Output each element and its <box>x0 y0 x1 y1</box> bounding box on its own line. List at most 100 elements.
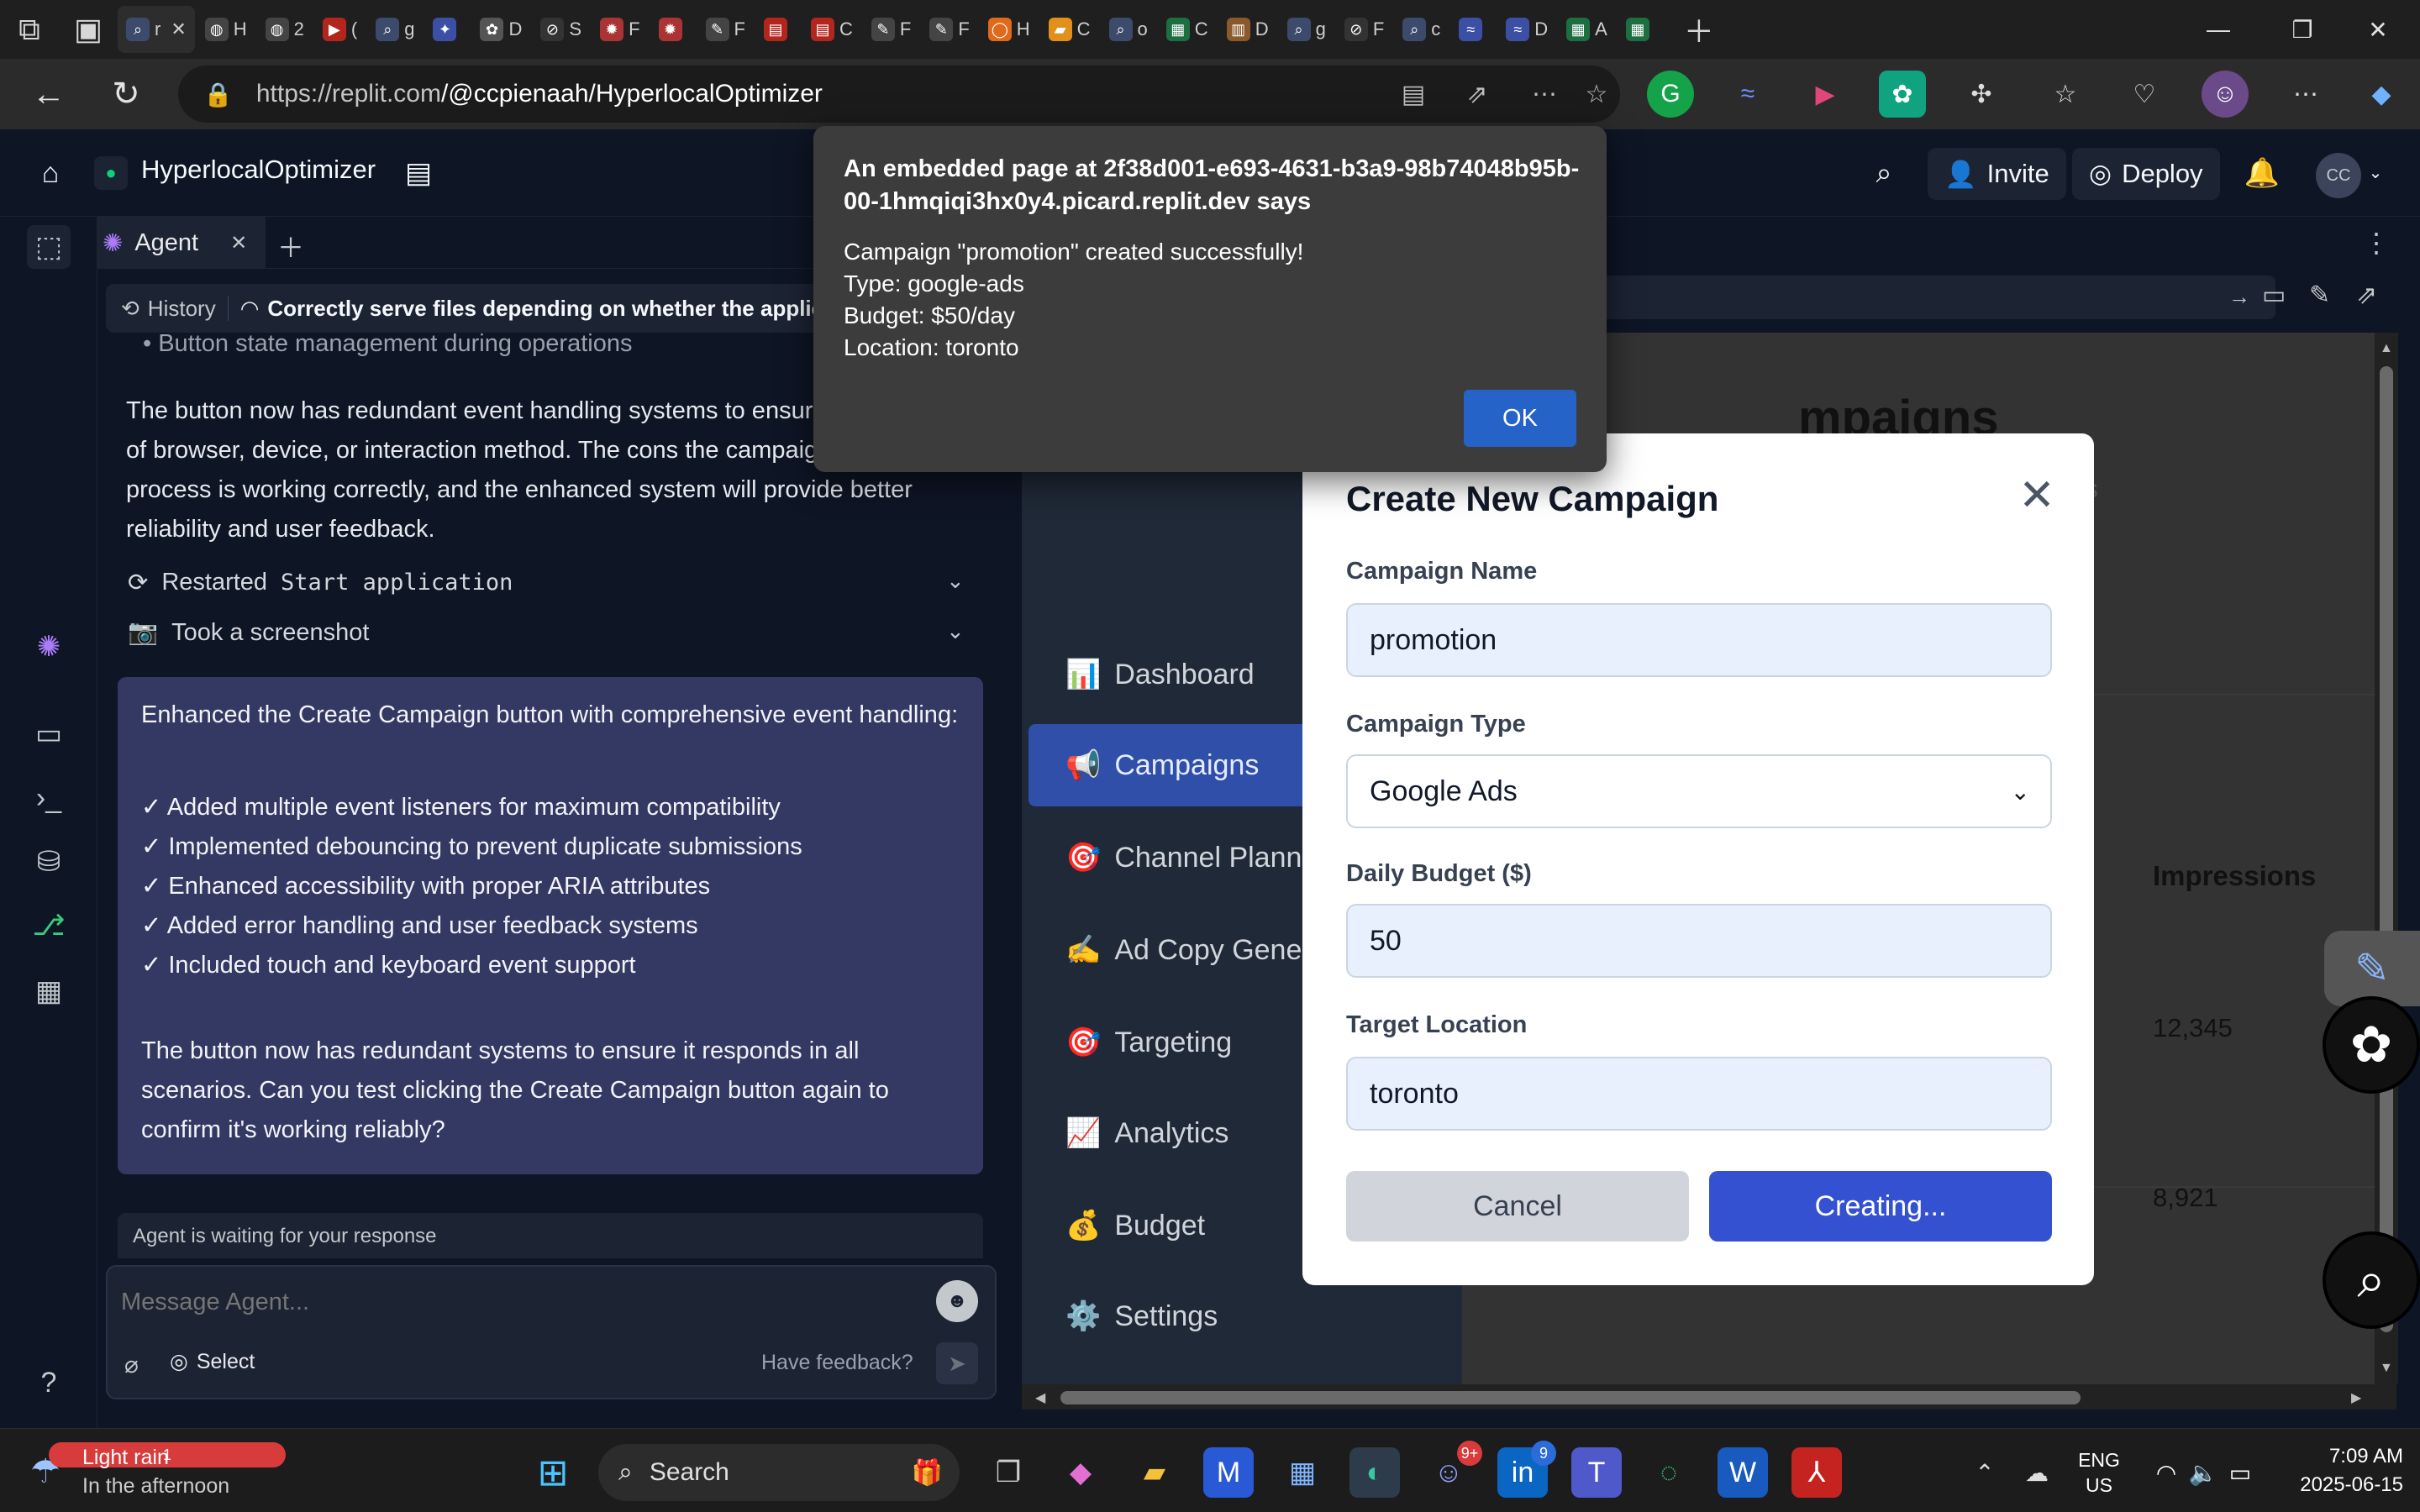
browser-tab[interactable]: ▤ C <box>802 6 861 53</box>
help-icon[interactable]: ? <box>27 1361 71 1404</box>
new-tab-icon[interactable]: ＋ <box>1670 0 1728 59</box>
extension-record-icon[interactable]: ▶ <box>1802 71 1849 118</box>
inspect-floating-icon[interactable]: ⌕ <box>2323 1231 2420 1329</box>
scroll-thumb[interactable] <box>1060 1391 2081 1404</box>
browser-tab[interactable]: ⊘ F <box>1336 6 1392 53</box>
campaign-name-input[interactable] <box>1346 603 2052 677</box>
browser-tab[interactable]: ⌕ c <box>1394 6 1449 53</box>
browser-tab[interactable]: ⌕ g <box>1279 6 1334 53</box>
browser-tab[interactable]: ▶( <box>314 6 366 53</box>
devtools-icon[interactable]: ✎ <box>2309 281 2330 310</box>
onedrive-icon[interactable]: ☁ <box>2012 1447 2062 1498</box>
browser-tab[interactable]: ⌕ o <box>1101 6 1156 53</box>
tab-agent[interactable]: ✺ Agent ✕ <box>97 217 266 269</box>
message-input[interactable] <box>121 1280 877 1324</box>
all-tools-icon[interactable]: ▦ <box>27 969 71 1013</box>
browser-tab[interactable]: ⌕ g <box>367 6 423 53</box>
extensions-puzzle-icon[interactable]: ✣ <box>1958 71 2005 118</box>
refresh-app-icon[interactable]: ◌ <box>1644 1447 1694 1498</box>
refresh-icon[interactable]: ↻ <box>94 62 158 126</box>
action-screenshot[interactable]: 📷 Took a screenshot <box>128 612 968 654</box>
back-icon[interactable]: ← <box>17 62 81 126</box>
device-icon[interactable]: ▭ <box>2262 281 2286 310</box>
nav-settings[interactable]: ⚙️ Settings <box>1028 1275 1457 1357</box>
shell-icon[interactable]: ›_ <box>27 776 71 820</box>
create-campaign-button[interactable]: Creating... <box>1709 1171 2052 1242</box>
browser-tab[interactable]: ▦ A <box>1558 6 1616 53</box>
browser-tab[interactable]: ✎ F <box>863 6 919 53</box>
word-icon[interactable]: W <box>1718 1447 1768 1498</box>
git-icon[interactable]: ⎇ <box>27 904 71 948</box>
campaign-type-select[interactable]: Google Ads ⌄ <box>1346 754 2052 828</box>
browser-essentials-icon[interactable]: ♡ <box>2121 71 2168 118</box>
extension-wave-icon[interactable]: ≈ <box>1724 71 1771 118</box>
weather-widget[interactable]: ☂ 1 Light rain In the afternoon <box>25 1441 286 1501</box>
open-app-icon[interactable]: ⇗ <box>1457 74 1497 114</box>
discord-icon[interactable]: ☺ 9+ <box>1423 1441 1482 1498</box>
app-name[interactable]: HyperlocalOptimizer <box>141 155 376 185</box>
browser-tab[interactable]: ≈ <box>1450 6 1496 53</box>
browser-tab[interactable]: ≈ D <box>1497 6 1556 53</box>
browser-tab[interactable]: ▤ <box>755 6 801 53</box>
go-arrow-icon[interactable]: → <box>2228 284 2250 310</box>
horizontal-scrollbar[interactable]: ◀ ▶ <box>1022 1384 2396 1410</box>
tray-overflow-icon[interactable]: ⌃ <box>1960 1447 2010 1498</box>
browser-tab[interactable]: ▰ C <box>1040 6 1099 53</box>
task-view-icon[interactable]: ❐ <box>983 1447 1034 1498</box>
restore-icon[interactable]: ❐ <box>2260 0 2344 59</box>
grammarly-icon[interactable]: G <box>1647 71 1694 118</box>
profile-avatar[interactable]: ☺ <box>2202 71 2249 118</box>
browser-tab[interactable]: ▦ C <box>1158 6 1217 53</box>
target-location-input[interactable] <box>1346 1057 2052 1131</box>
taskbar-search[interactable]: ⌕ Search 🎁 <box>598 1444 960 1501</box>
open-new-tab-icon[interactable]: ⇗ <box>2356 281 2377 310</box>
chevron-down-icon[interactable]: ⌄ <box>946 568 965 594</box>
edge-icon[interactable]: ◐ <box>1349 1447 1400 1498</box>
scroll-left-icon[interactable]: ◀ <box>1035 1389 1045 1406</box>
chevron-down-icon[interactable]: ⌄ <box>2363 160 2388 185</box>
language-indicator[interactable]: ENG US <box>2074 1447 2124 1498</box>
browser-tab[interactable]: ✹ <box>650 6 696 53</box>
send-icon[interactable]: ➤ <box>936 1342 978 1384</box>
favorite-star-icon[interactable]: ☆ <box>1576 74 1617 114</box>
store-icon[interactable]: ▦ <box>1277 1447 1328 1498</box>
select-button[interactable]: ◎ Select <box>170 1349 255 1374</box>
feedback-link[interactable]: Have feedback? <box>761 1351 913 1375</box>
repl-info-icon[interactable]: ▤ <box>397 151 440 195</box>
favorites-icon[interactable]: ☆ <box>2042 71 2089 118</box>
browser-tab[interactable]: ▦ <box>1618 6 1663 53</box>
address-bar[interactable]: 🔒 https://replit.com/@ccpienaah/Hyperloc… <box>178 66 1620 123</box>
browser-tab[interactable]: ◯ H <box>980 6 1039 53</box>
url-text[interactable]: https://replit.com/@ccpienaah/Hyperlocal… <box>256 80 823 108</box>
database-icon[interactable]: ⛁ <box>27 840 71 884</box>
start-windows-icon[interactable]: ⊞ <box>528 1447 578 1498</box>
linkedin-icon[interactable]: in 9 <box>1497 1441 1556 1498</box>
ok-button[interactable]: OK <box>1464 390 1576 447</box>
settings-more-icon[interactable]: ⋯ <box>2282 71 2329 118</box>
clock[interactable]: 7:09 AM 2025-06-15 <box>2269 1442 2403 1499</box>
avatar[interactable]: CC <box>2316 153 2361 198</box>
acrobat-icon[interactable]: ⅄ <box>1791 1447 1842 1498</box>
browser-tab[interactable]: ⌕ r ✕ <box>118 6 195 53</box>
openai-floating-icon[interactable]: ✿ <box>2323 996 2420 1094</box>
file-explorer-icon[interactable]: ▰ <box>1129 1447 1180 1498</box>
reader-icon[interactable]: ▤ <box>1393 74 1434 114</box>
app-m-icon[interactable]: M <box>1203 1447 1254 1498</box>
workspaces-icon[interactable]: ⧉ <box>0 0 59 59</box>
browser-tab[interactable]: ⊘ S <box>532 6 590 53</box>
floating-pen-button[interactable]: ✎ <box>2324 931 2420 1006</box>
minimize-icon[interactable]: — <box>2176 0 2260 59</box>
browser-tab[interactable]: ✎ F <box>921 6 977 53</box>
action-restarted[interactable]: ⟳ Restarted Start application <box>128 561 968 603</box>
kebab-menu-icon[interactable]: ⋮ <box>2363 227 2390 259</box>
browser-tab[interactable]: ▥ D <box>1218 6 1277 53</box>
copilot-app-icon[interactable]: ◆ <box>1055 1447 1106 1498</box>
scroll-thumb[interactable] <box>2380 366 2393 1332</box>
preview-icon[interactable]: ▭ <box>27 712 71 756</box>
browser-tab[interactable]: ✿ D <box>471 6 530 53</box>
browser-tab[interactable]: ✎ F <box>697 6 754 53</box>
daily-budget-input[interactable] <box>1346 904 2052 978</box>
teams-icon[interactable]: T <box>1571 1447 1622 1498</box>
vertical-scrollbar[interactable]: ▲ ▼ <box>2375 333 2398 1384</box>
repl-icon[interactable]: ● <box>94 156 128 190</box>
